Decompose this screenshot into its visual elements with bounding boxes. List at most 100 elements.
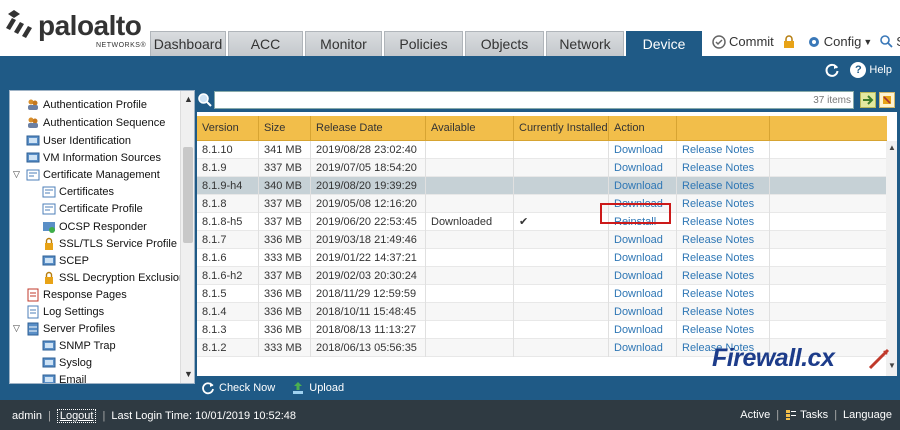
table-row[interactable]: 8.1.6 333 MB 2019/01/22 14:37:21 Download Re… bbox=[197, 249, 887, 267]
release-notes-link[interactable]: Release Notes bbox=[682, 342, 754, 354]
table-row[interactable]: 8.1.6-h2 337 MB 2019/02/03 20:30:24 Downloa… bbox=[197, 267, 887, 285]
release-notes-cell: Release Notes bbox=[677, 285, 770, 303]
sidebar-item-scep[interactable]: SCEP bbox=[42, 252, 89, 269]
software-table: Version Size Release Date Available Curr… bbox=[197, 116, 897, 376]
scroll-up-icon[interactable]: ▲ bbox=[184, 94, 193, 104]
column-header-size[interactable]: Size bbox=[259, 116, 311, 141]
sidebar-item-ocsp-responder[interactable]: OCSP Responder bbox=[42, 218, 147, 235]
table-row[interactable]: 8.1.8-h5 337 MB 2019/06/20 22:53:45 Downloa… bbox=[197, 213, 887, 231]
language-menu[interactable]: Language bbox=[843, 409, 892, 421]
sidebar-item-syslog[interactable]: Syslog bbox=[42, 354, 92, 371]
download-link[interactable]: Download bbox=[614, 288, 663, 300]
collapse-icon[interactable]: ▽ bbox=[13, 323, 20, 334]
release-notes-link[interactable]: Release Notes bbox=[682, 270, 754, 282]
username: admin bbox=[12, 410, 42, 422]
release-notes-link[interactable]: Release Notes bbox=[682, 180, 754, 192]
table-row[interactable]: 8.1.2 333 MB 2018/06/13 05:56:35 Download Re… bbox=[197, 339, 887, 357]
commit-button[interactable]: Commit bbox=[712, 34, 774, 49]
tab-objects[interactable]: Objects bbox=[465, 31, 544, 56]
search-button[interactable]: Se bbox=[880, 34, 900, 49]
collapse-icon[interactable]: ▽ bbox=[13, 169, 20, 180]
sidebar-item-log-settings[interactable]: Log Settings bbox=[26, 303, 104, 320]
table-row[interactable]: 8.1.9-h4 340 MB 2019/08/20 19:39:29 Downloa… bbox=[197, 177, 887, 195]
table-row[interactable]: 8.1.10 341 MB 2019/08/28 23:02:40 Download R… bbox=[197, 141, 887, 159]
column-header-action[interactable]: Action bbox=[609, 116, 677, 141]
active-status[interactable]: Active bbox=[740, 409, 770, 421]
tab-monitor[interactable]: Monitor bbox=[305, 31, 382, 56]
size-cell: 333 MB bbox=[259, 339, 311, 357]
sidebar-item-email[interactable]: Email bbox=[42, 371, 87, 383]
upload-button[interactable]: Upload bbox=[291, 381, 344, 395]
table-row[interactable]: 8.1.4 336 MB 2018/10/11 15:48:45 Download Re… bbox=[197, 303, 887, 321]
release-notes-cell: Release Notes bbox=[677, 213, 770, 231]
column-header-release-date[interactable]: Release Date bbox=[311, 116, 426, 141]
sidebar-item-ssl-decryption-exclusion[interactable]: SSL Decryption Exclusion bbox=[42, 269, 185, 286]
reinstall-link[interactable]: Reinstall bbox=[614, 216, 656, 228]
scroll-down-icon[interactable]: ▼ bbox=[184, 369, 193, 379]
sidebar-item-snmp-trap[interactable]: SNMP Trap bbox=[42, 337, 116, 354]
help-button[interactable]: ? Help bbox=[850, 62, 892, 78]
tab-network[interactable]: Network bbox=[546, 31, 624, 56]
table-row[interactable]: 8.1.7 336 MB 2019/03/18 21:49:46 Download Re… bbox=[197, 231, 887, 249]
sidebar-item-ssl-tls-service-profile[interactable]: SSL/TLS Service Profile bbox=[42, 235, 177, 252]
release-notes-link[interactable]: Release Notes bbox=[682, 162, 754, 174]
download-link[interactable]: Download bbox=[614, 342, 663, 354]
column-header-version[interactable]: Version bbox=[197, 116, 259, 141]
release-notes-link[interactable]: Release Notes bbox=[682, 306, 754, 318]
logout-link[interactable]: Logout bbox=[56, 409, 97, 423]
release-notes-link[interactable]: Release Notes bbox=[682, 198, 754, 210]
column-header-available[interactable]: Available bbox=[426, 116, 514, 141]
sidebar-item-server-profiles[interactable]: Server Profiles bbox=[26, 320, 115, 337]
sidebar-item-authentication-sequence[interactable]: Authentication Sequence bbox=[26, 114, 165, 131]
tab-policies[interactable]: Policies bbox=[384, 31, 463, 56]
size-cell: 337 MB bbox=[259, 195, 311, 213]
tab-acc[interactable]: ACC bbox=[228, 31, 303, 56]
download-link[interactable]: Download bbox=[614, 234, 663, 246]
download-link[interactable]: Download bbox=[614, 144, 663, 156]
tab-dashboard[interactable]: Dashboard bbox=[150, 31, 226, 56]
refresh-icon[interactable] bbox=[824, 62, 840, 78]
download-link[interactable]: Download bbox=[614, 180, 663, 192]
scroll-up-icon[interactable]: ▲ bbox=[888, 143, 896, 152]
config-menu[interactable]: Config ▼ bbox=[807, 34, 872, 49]
column-header-currently-installed[interactable]: Currently Installed bbox=[514, 116, 609, 141]
sidebar-item-certificates[interactable]: Certificates bbox=[42, 183, 114, 200]
download-link[interactable]: Download bbox=[614, 252, 663, 264]
lock-button[interactable] bbox=[782, 34, 799, 49]
apply-filter-button[interactable] bbox=[860, 92, 876, 108]
clear-filter-button[interactable] bbox=[879, 92, 895, 108]
check-now-button[interactable]: Check Now bbox=[201, 381, 275, 395]
release-notes-link[interactable]: Release Notes bbox=[682, 288, 754, 300]
scroll-down-icon[interactable]: ▼ bbox=[888, 361, 896, 370]
table-row[interactable]: 8.1.5 336 MB 2018/11/29 12:59:59 Download Re… bbox=[197, 285, 887, 303]
sidebar-item-authentication-profile[interactable]: Authentication Profile bbox=[26, 96, 147, 113]
header: paloalto NETWORKS® Dashboard ACC Monitor… bbox=[0, 0, 900, 56]
tab-device[interactable]: Device bbox=[626, 31, 702, 56]
sidebar-scroll-thumb[interactable] bbox=[183, 147, 193, 243]
release-notes-link[interactable]: Release Notes bbox=[682, 252, 754, 264]
sidebar-scrollbar[interactable]: ▲ ▼ bbox=[180, 91, 194, 383]
table-row[interactable]: 8.1.8 337 MB 2019/05/08 12:16:20 Download Re… bbox=[197, 195, 887, 213]
table-row[interactable]: 8.1.3 336 MB 2018/08/13 11:13:27 Download Re… bbox=[197, 321, 887, 339]
download-link[interactable]: Download bbox=[614, 324, 663, 336]
paloalto-logo-icon bbox=[6, 10, 32, 38]
table-row[interactable]: 8.1.9 337 MB 2019/07/05 18:54:20 Download Re… bbox=[197, 159, 887, 177]
sidebar-item-certificate-management[interactable]: Certificate Management bbox=[26, 166, 160, 183]
table-scrollbar[interactable]: ▲ ▼ bbox=[886, 141, 897, 376]
sidebar-item-user-identification[interactable]: User Identification bbox=[26, 132, 131, 149]
status-bar: admin | Logout | Last Login Time: 10/01/… bbox=[0, 400, 900, 430]
tasks-button[interactable]: Tasks bbox=[785, 409, 828, 421]
sidebar-item-vm-information-sources[interactable]: VM Information Sources bbox=[26, 149, 161, 166]
release-notes-link[interactable]: Release Notes bbox=[682, 216, 754, 228]
download-link[interactable]: Download bbox=[614, 162, 663, 174]
download-link[interactable]: Download bbox=[614, 198, 663, 210]
release-notes-link[interactable]: Release Notes bbox=[682, 234, 754, 246]
release-notes-link[interactable]: Release Notes bbox=[682, 144, 754, 156]
column-header-release-notes[interactable] bbox=[677, 116, 770, 141]
release-date-cell: 2019/07/05 18:54:20 bbox=[311, 159, 426, 177]
release-notes-link[interactable]: Release Notes bbox=[682, 324, 754, 336]
sidebar-item-response-pages[interactable]: Response Pages bbox=[26, 286, 127, 303]
sidebar-item-certificate-profile[interactable]: Certificate Profile bbox=[42, 200, 143, 217]
download-link[interactable]: Download bbox=[614, 270, 663, 282]
download-link[interactable]: Download bbox=[614, 306, 663, 318]
